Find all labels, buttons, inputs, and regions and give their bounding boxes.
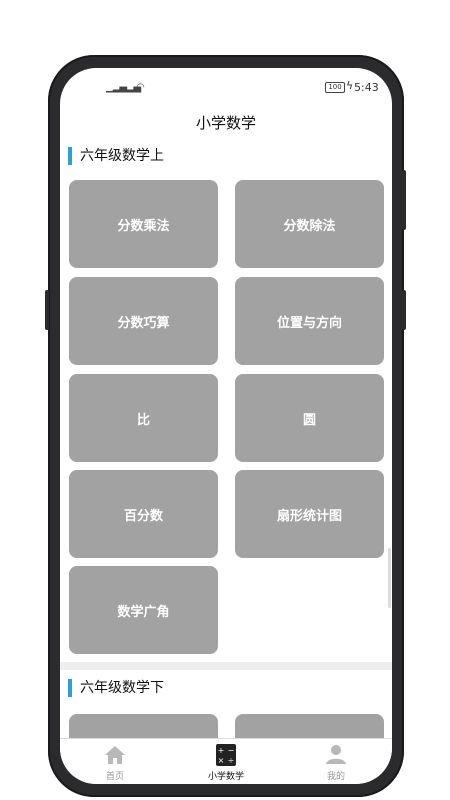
svg-text:−: −	[228, 746, 235, 755]
tab-label: 我的	[326, 772, 345, 782]
status-bar: ▁▂▄ ▁▂▄ ◠ 100 ϟ 5:43	[60, 68, 392, 108]
tab-me[interactable]: 我的	[296, 743, 376, 783]
scrollbar[interactable]	[388, 548, 391, 608]
bottom-tab-bar: 首页 + − × ÷ 小学数学 我的	[60, 738, 392, 784]
section-header-1: 六年级数学上	[60, 142, 392, 172]
status-time: 5:43	[354, 81, 379, 94]
wifi-icon: ◠	[136, 82, 145, 93]
side-button-right	[402, 290, 406, 330]
svg-text:÷: ÷	[228, 756, 235, 765]
tab-label: 小学数学	[207, 772, 244, 782]
screen: ▁▂▄ ▁▂▄ ◠ 100 ϟ 5:43 小学数学 六年级数学上 分数乘法 分数…	[60, 68, 392, 784]
user-icon	[326, 745, 346, 764]
topic-tile-circle[interactable]: 圆	[235, 374, 384, 462]
svg-text:×: ×	[218, 756, 225, 765]
calculator-icon: + − × ÷	[216, 744, 236, 766]
section-title: 六年级数学下	[80, 680, 164, 696]
svg-text:+: +	[218, 746, 225, 755]
tab-home[interactable]: 首页	[75, 743, 155, 783]
charging-icon: ϟ	[346, 79, 354, 92]
topic-tile-fraction-multiplication[interactable]: 分数乘法	[69, 180, 218, 268]
app-title: 小学数学	[195, 114, 256, 132]
battery-indicator: 100	[325, 82, 345, 93]
topic-tile-position-direction[interactable]: 位置与方向	[235, 277, 384, 365]
tab-math[interactable]: + − × ÷ 小学数学	[186, 743, 266, 783]
home-icon	[105, 746, 125, 764]
side-button-right-top	[402, 170, 406, 230]
section-accent-bar	[68, 679, 72, 697]
section-header-2: 六年级数学下	[60, 674, 392, 704]
topic-tile-fraction-division[interactable]: 分数除法	[235, 180, 384, 268]
topic-tile-fraction-tricks[interactable]: 分数巧算	[69, 277, 218, 365]
section-title: 六年级数学上	[80, 148, 164, 164]
topic-tile-ratio[interactable]: 比	[69, 374, 218, 462]
topic-tile-pie-chart[interactable]: 扇形统计图	[235, 470, 384, 558]
topic-tile-percentage[interactable]: 百分数	[69, 470, 218, 558]
side-button-left	[45, 290, 49, 330]
topic-tile-math-wide-angle[interactable]: 数学广角	[69, 566, 218, 654]
tab-label: 首页	[105, 772, 124, 782]
section-divider	[60, 662, 392, 670]
section-accent-bar	[68, 147, 72, 165]
